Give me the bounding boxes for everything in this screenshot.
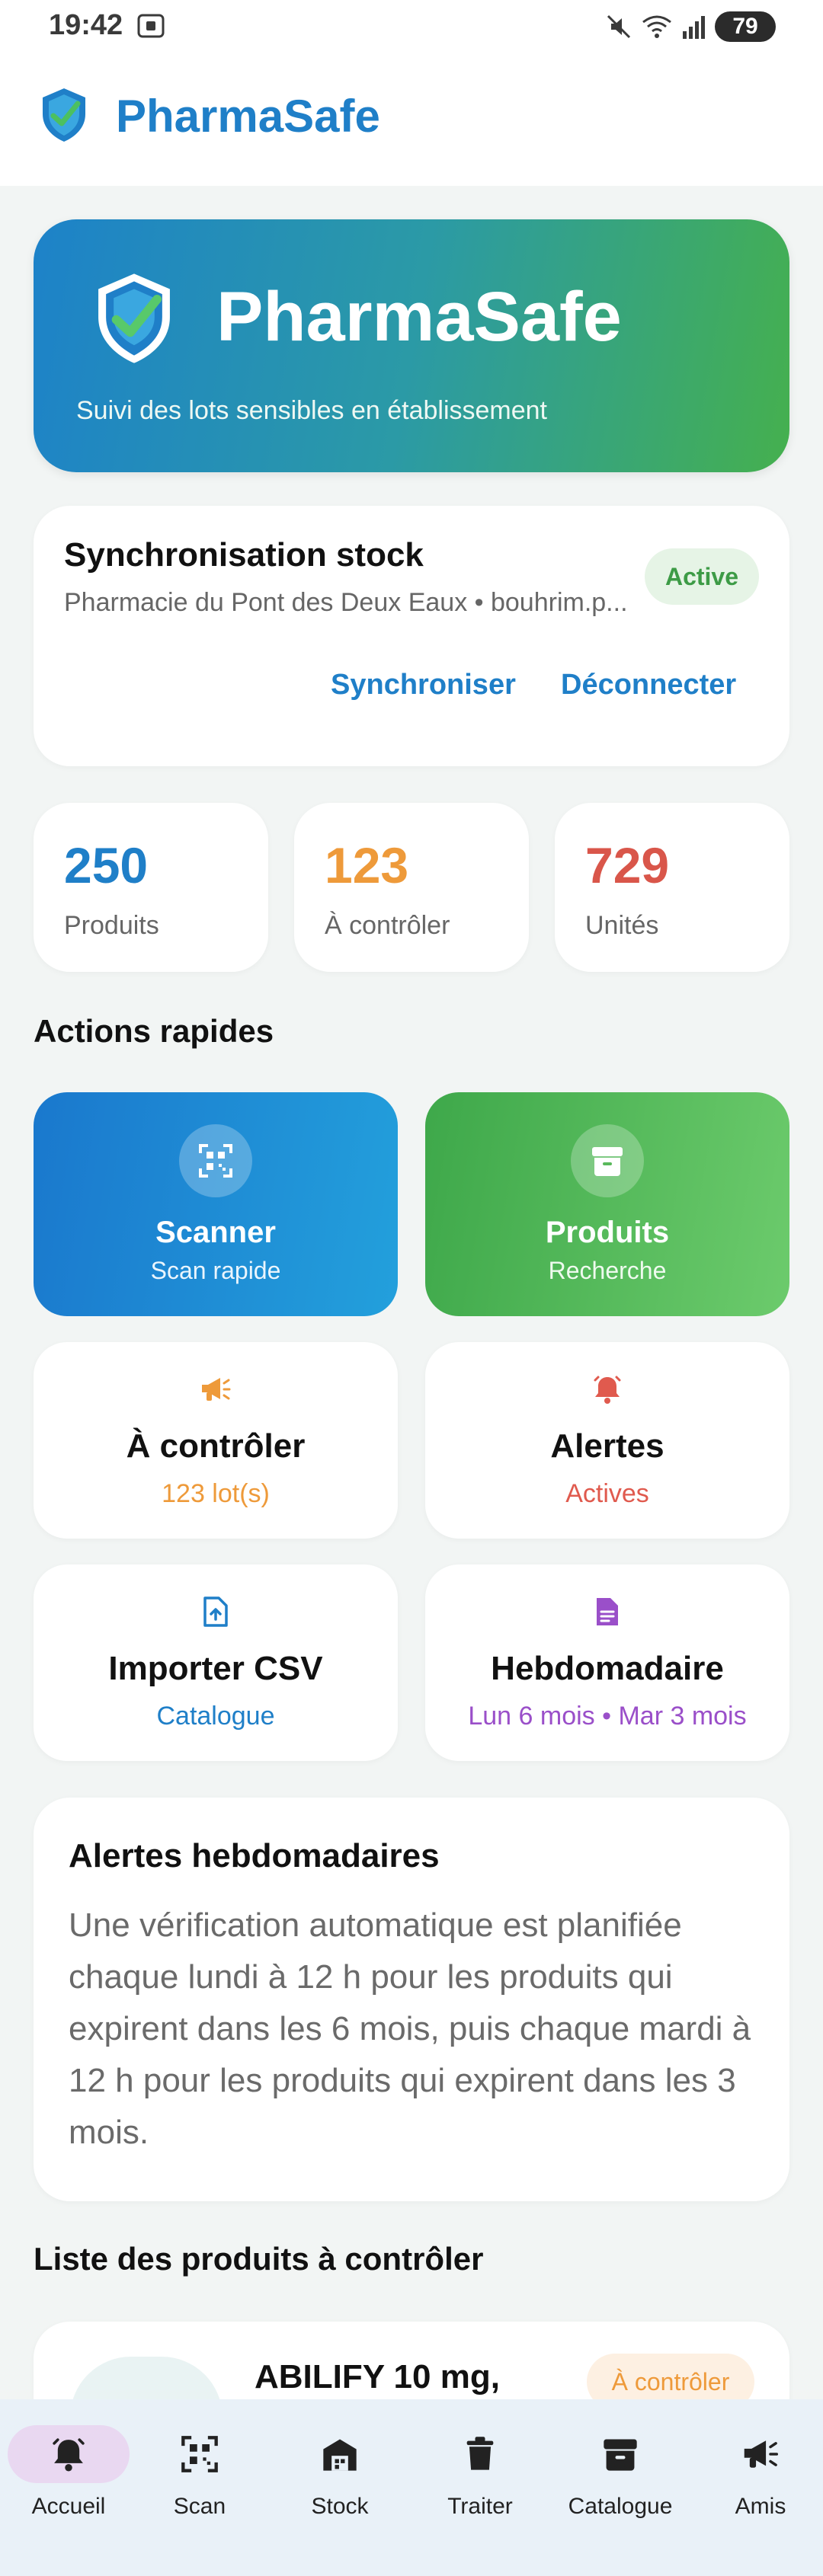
nav-label: Accueil (31, 2494, 106, 2519)
screenshot-icon (137, 14, 165, 38)
shield-check-logo-icon (98, 273, 170, 363)
stat-value: 250 (64, 837, 149, 893)
nav-item-accueil[interactable]: Accueil (0, 2425, 137, 2520)
qa-subtitle: Lun 6 mois • Mar 3 mois (468, 1702, 747, 1731)
qa-title: Produits (545, 1216, 670, 1249)
products-action[interactable]: Produits Recherche (425, 1092, 789, 1316)
qa-title: Importer CSV (108, 1650, 323, 1687)
product-name: ABILIFY 10 mg, (255, 2358, 500, 2395)
weekly-alerts-body: Une vérification automatique est planifi… (69, 1906, 751, 2151)
scanner-action[interactable]: Scanner Scan rapide (34, 1092, 398, 1316)
shield-check-logo-icon (43, 88, 85, 142)
quick-actions-title: Actions rapides (34, 1013, 274, 1049)
archive-box-icon (604, 2439, 637, 2471)
qa-title: À contrôler (126, 1427, 306, 1465)
document-icon (591, 1595, 624, 1628)
nav-item-scan[interactable]: Scan (131, 2425, 268, 2520)
nav-label: Catalogue (568, 2494, 673, 2519)
status-bar: 19:42 79 (0, 0, 823, 55)
product-list-title: Liste des produits à contrôler (34, 2241, 484, 2277)
synchronize-button[interactable]: Synchroniser (331, 669, 516, 702)
to-check-action[interactable]: À contrôler 123 lot(s) (34, 1342, 398, 1539)
qa-title: Alertes (550, 1427, 664, 1465)
sync-card: Synchronisation stock Pharmacie du Pont … (34, 506, 789, 766)
sync-title: Synchronisation stock (64, 536, 424, 574)
weekly-action[interactable]: Hebdomadaire Lun 6 mois • Mar 3 mois (425, 1564, 789, 1761)
megaphone-icon (744, 2440, 779, 2468)
qa-subtitle: Scan rapide (150, 1257, 281, 1284)
archive-box-icon (571, 1124, 644, 1197)
app-bar: PharmaSafe (0, 55, 823, 186)
nav-item-stock[interactable]: Stock (271, 2425, 408, 2520)
disconnect-button[interactable]: Déconnecter (561, 669, 736, 702)
weekly-alerts-card: Alertes hebdomadaires Une vérification a… (34, 1798, 789, 2201)
bottom-navigation: Accueil Scan Stock Traiter Catalogue Ami… (0, 2399, 823, 2576)
weekly-alerts-title: Alertes hebdomadaires (69, 1837, 440, 1874)
nav-label: Amis (735, 2494, 786, 2519)
nav-label: Traiter (447, 2494, 513, 2519)
sync-status-badge: Active (645, 548, 759, 605)
wifi-icon (642, 15, 671, 38)
status-time: 19:42 (49, 9, 123, 41)
sync-subtitle: Pharmacie du Pont des Deux Eaux • bouhri… (64, 588, 628, 617)
hero-subtitle: Suivi des lots sensibles en établissemen… (76, 396, 547, 425)
warehouse-icon (323, 2439, 357, 2471)
stat-card-units: 729 Unités (555, 803, 789, 972)
import-csv-action[interactable]: Importer CSV Catalogue (34, 1564, 398, 1761)
bell-icon (53, 2438, 85, 2472)
battery-indicator: 79 (715, 11, 776, 42)
qa-title: Hebdomadaire (491, 1650, 724, 1687)
qr-scan-icon (181, 2436, 218, 2472)
stat-label: Unités (585, 911, 659, 940)
nav-label: Scan (173, 2494, 226, 2519)
hero-title: PharmaSafe (216, 278, 622, 356)
stat-card-to-check: 123 À contrôler (294, 803, 529, 972)
stat-label: Produits (64, 911, 159, 940)
qa-subtitle: Actives (565, 1479, 649, 1508)
stat-card-products: 250 Produits (34, 803, 268, 972)
hero-banner: PharmaSafe Suivi des lots sensibles en é… (34, 219, 789, 472)
mute-icon (607, 14, 631, 39)
megaphone-icon (199, 1373, 232, 1406)
nav-label: Stock (311, 2494, 369, 2519)
alerts-action[interactable]: Alertes Actives (425, 1342, 789, 1539)
nav-item-traiter[interactable]: Traiter (412, 2425, 549, 2520)
qa-subtitle: 123 lot(s) (162, 1479, 270, 1508)
qa-subtitle: Catalogue (156, 1702, 275, 1731)
nav-item-amis[interactable]: Amis (692, 2425, 823, 2520)
stat-value: 729 (585, 837, 670, 893)
qa-subtitle: Recherche (548, 1257, 667, 1284)
trash-icon (466, 2437, 494, 2470)
stat-value: 123 (325, 837, 409, 893)
qa-title: Scanner (155, 1216, 276, 1249)
status-icons: 79 (605, 11, 776, 43)
file-upload-icon (199, 1595, 232, 1628)
battery-level: 79 (732, 14, 758, 39)
stat-label: À contrôler (325, 911, 450, 940)
qr-scan-icon (179, 1124, 252, 1197)
app-title: PharmaSafe (116, 91, 380, 142)
alarm-bell-icon (591, 1373, 624, 1406)
nav-item-catalogue[interactable]: Catalogue (552, 2425, 689, 2520)
signal-icon (683, 16, 705, 39)
